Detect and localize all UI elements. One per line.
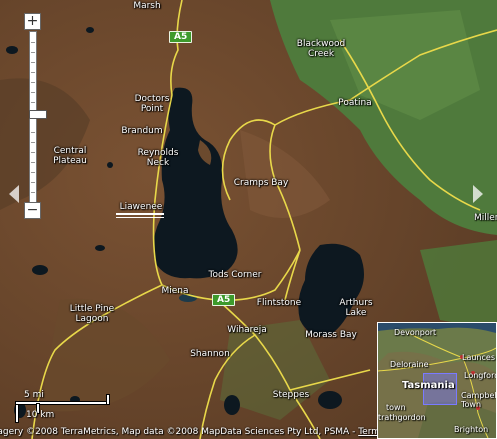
zoom-slider-track[interactable]: [29, 31, 47, 205]
map-view[interactable]: Marsh Blackwood Creek Poatina Doctors Po…: [0, 0, 497, 439]
zoom-in-button[interactable]: +: [24, 13, 41, 30]
place-brandum: Brandum: [121, 126, 163, 136]
zoom-out-button[interactable]: −: [24, 202, 41, 219]
place-tods-corner: Tods Corner: [208, 270, 262, 280]
overview-tasmania: Tasmania: [402, 380, 455, 391]
place-doctors-point: Doctors Point: [134, 94, 170, 114]
scale-bar: 5 mi 10 km: [12, 390, 122, 424]
place-poatina: Poatina: [338, 98, 372, 108]
place-miller: Miller: [474, 213, 497, 223]
place-steppes: Steppes: [272, 390, 310, 400]
zoom-control: + −: [24, 13, 47, 219]
scale-miles-label: 5 mi: [24, 390, 44, 400]
place-marsh: Marsh: [133, 1, 161, 11]
overview-longford: Longford: [464, 371, 497, 380]
attribution-text: Imagery ©2008 TerraMetrics, Map data ©20…: [0, 427, 359, 437]
pan-right-arrow-icon[interactable]: [473, 185, 483, 203]
place-flintstone: Flintstone: [256, 298, 302, 308]
overview-strathgordon: trathgordon: [378, 413, 426, 422]
overview-devonport: Devonport: [394, 328, 437, 337]
place-central-plateau: Central Plateau: [53, 146, 87, 166]
place-miena: Miena: [161, 286, 189, 296]
place-reynolds-neck: Reynolds Neck: [137, 148, 179, 168]
place-blackwood-creek: Blackwood Creek: [296, 39, 346, 59]
overview-campbell-town: Campbell Town: [461, 391, 497, 409]
place-wihareja: Wihareja: [227, 325, 267, 335]
overview-brighton: Brighton: [454, 425, 489, 434]
place-shannon: Shannon: [190, 349, 230, 359]
pan-left-arrow-icon[interactable]: [9, 185, 19, 203]
scale-km-label: 10 km: [26, 410, 55, 420]
place-liawenee: Liawenee: [119, 202, 163, 212]
zoom-slider-thumb[interactable]: [29, 110, 47, 119]
place-arthurs-lake: Arthurs Lake: [339, 298, 373, 318]
attribution: Imagery ©2008 TerraMetrics, Map data ©20…: [0, 426, 380, 439]
place-little-pine-lagoon: Little Pine Lagoon: [69, 304, 115, 324]
overview-map[interactable]: Devonport Launces Deloraine Longford Tas…: [377, 322, 497, 439]
overview-deloraine: Deloraine: [390, 360, 429, 369]
overview-town: town: [386, 403, 406, 412]
highway-shield-a5-north: A5: [169, 31, 193, 43]
liawenee-marker: [116, 213, 164, 215]
place-morass-bay: Morass Bay: [305, 330, 357, 340]
liawenee-marker-line: [116, 217, 164, 218]
overview-launceston: Launces: [462, 353, 495, 362]
highway-shield-a5-south: A5: [212, 294, 236, 306]
place-cramps-bay: Cramps Bay: [233, 178, 289, 188]
